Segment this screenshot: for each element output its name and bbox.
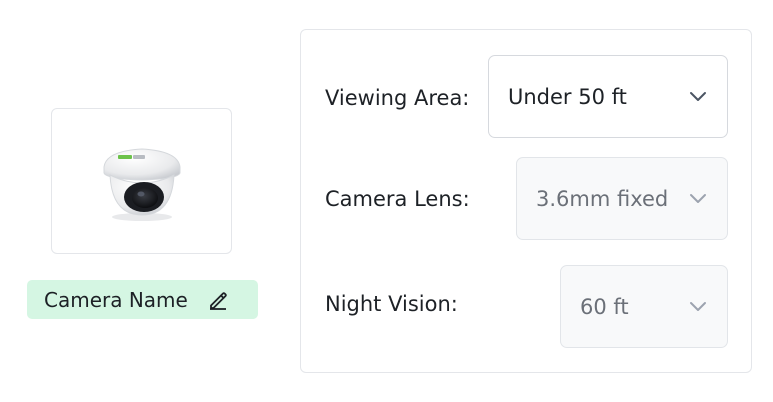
camera-thumbnail xyxy=(51,108,232,254)
chevron-down-icon xyxy=(689,91,707,103)
viewing-area-value: Under 50 ft xyxy=(508,84,627,109)
camera-lens-select[interactable]: 3.6mm fixed xyxy=(516,157,728,240)
camera-name-chip[interactable]: Camera Name xyxy=(27,280,258,319)
camera-lens-label: Camera Lens: xyxy=(325,187,470,211)
camera-lens-value: 3.6mm fixed xyxy=(536,186,669,211)
camera-name-label: Camera Name xyxy=(44,287,188,312)
night-vision-value: 60 ft xyxy=(580,294,629,319)
pencil-icon[interactable] xyxy=(208,290,228,310)
viewing-area-label: Viewing Area: xyxy=(325,86,470,110)
night-vision-label: Night Vision: xyxy=(325,292,458,316)
chevron-down-icon xyxy=(689,193,707,205)
chevron-down-icon xyxy=(689,301,707,313)
viewing-area-select[interactable]: Under 50 ft xyxy=(488,55,728,138)
night-vision-select[interactable]: 60 ft xyxy=(560,265,728,348)
dome-camera-image xyxy=(103,148,180,221)
